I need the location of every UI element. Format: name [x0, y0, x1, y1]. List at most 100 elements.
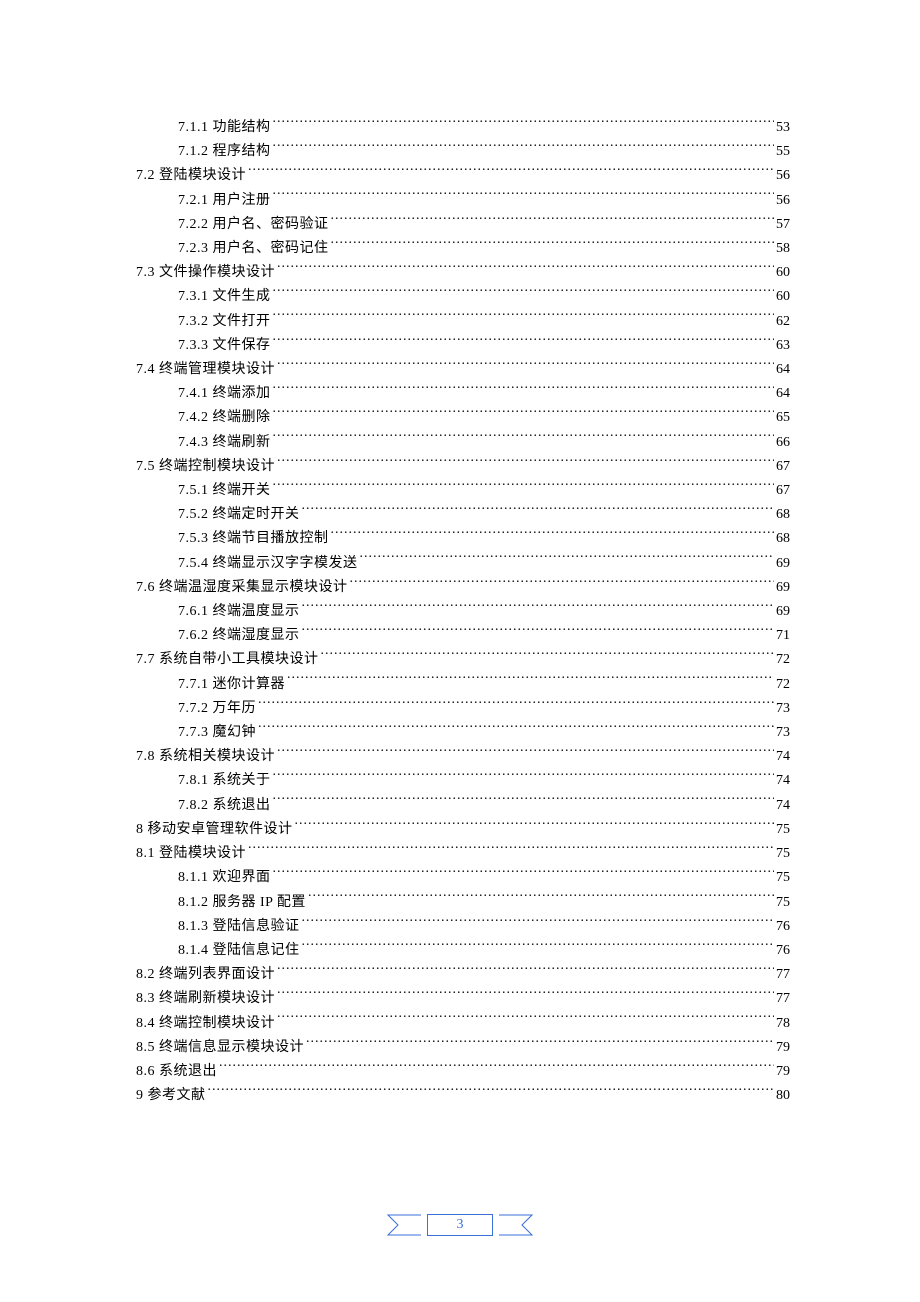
toc-leader-dots	[277, 262, 774, 276]
ribbon-left-icon	[387, 1214, 421, 1236]
toc-leader-dots	[308, 892, 774, 906]
toc-entry-page: 80	[776, 1084, 790, 1108]
toc-entry: 7.1.2 程序结构55	[136, 140, 790, 164]
toc-list: 7.1.1 功能结构537.1.2 程序结构557.2 登陆模块设计567.2.…	[136, 116, 790, 1108]
toc-leader-dots	[302, 601, 775, 615]
toc-entry-page: 63	[776, 334, 790, 358]
toc-leader-dots	[273, 311, 775, 325]
toc-leader-dots	[302, 625, 775, 639]
toc-leader-dots	[273, 407, 775, 421]
toc-entry-page: 76	[776, 915, 790, 939]
toc-entry-page: 72	[776, 648, 790, 672]
toc-leader-dots	[302, 504, 775, 518]
toc-leader-dots	[321, 649, 775, 663]
toc-entry-text: 7.5 终端控制模块设计	[136, 455, 275, 479]
toc-leader-dots	[273, 480, 775, 494]
ribbon-right-icon	[499, 1214, 533, 1236]
toc-leader-dots	[306, 1037, 774, 1051]
toc-entry-page: 71	[776, 624, 790, 648]
toc-entry: 7.4 终端管理模块设计64	[136, 358, 790, 382]
toc-entry: 9 参考文献80	[136, 1084, 790, 1108]
toc-entry: 7.3 文件操作模块设计60	[136, 261, 790, 285]
toc-entry: 7.5 终端控制模块设计 67	[136, 455, 790, 479]
toc-leader-dots	[302, 940, 775, 954]
toc-leader-dots	[295, 819, 775, 833]
toc-entry: 8 移动安卓管理软件设计75	[136, 818, 790, 842]
toc-leader-dots	[277, 746, 774, 760]
toc-entry: 7.5.4 终端显示汉字字模发送 69	[136, 552, 790, 576]
toc-entry-text: 7.7 系统自带小工具模块设计	[136, 648, 319, 672]
toc-entry-text: 7.2 登陆模块设计	[136, 164, 246, 188]
toc-entry-page: 56	[776, 189, 790, 213]
toc-leader-dots	[273, 867, 775, 881]
toc-entry-page: 57	[776, 213, 790, 237]
toc-leader-dots	[287, 674, 774, 688]
toc-entry-page: 67	[776, 455, 790, 479]
toc-entry: 7.7 系统自带小工具模块设计 72	[136, 648, 790, 672]
page-number: 3	[427, 1214, 493, 1236]
toc-entry-page: 79	[776, 1060, 790, 1084]
toc-leader-dots	[277, 1013, 774, 1027]
toc-entry-page: 55	[776, 140, 790, 164]
toc-leader-dots	[277, 456, 774, 470]
toc-entry-page: 69	[776, 600, 790, 624]
toc-leader-dots	[360, 553, 775, 567]
toc-leader-dots	[273, 286, 775, 300]
toc-leader-dots	[273, 117, 775, 131]
toc-entry-text: 7.4.1 终端添加	[136, 382, 271, 406]
toc-entry: 7.3.3 文件保存63	[136, 334, 790, 358]
toc-entry-text: 7.2.2 用户名、密码验证	[136, 213, 329, 237]
toc-entry-page: 62	[776, 310, 790, 334]
toc-entry-text: 7.2.1 用户注册	[136, 189, 271, 213]
toc-entry-text: 7.2.3 用户名、密码记住	[136, 237, 329, 261]
toc-entry-text: 7.7.3 魔幻钟	[136, 721, 256, 745]
toc-entry: 7.5.3 终端节目播放控制68	[136, 527, 790, 551]
toc-leader-dots	[273, 141, 775, 155]
toc-entry-text: 7.8 系统相关模块设计	[136, 745, 275, 769]
toc-entry-page: 69	[776, 552, 790, 576]
toc-entry-text: 7.6.2 终端湿度显示	[136, 624, 300, 648]
toc-entry: 8.4 终端控制模块设计78	[136, 1012, 790, 1036]
toc-entry-page: 69	[776, 576, 790, 600]
toc-entry-page: 53	[776, 116, 790, 140]
toc-entry-text: 7.6 终端温湿度采集显示模块设计	[136, 576, 348, 600]
toc-entry-text: 7.6.1 终端温度显示	[136, 600, 300, 624]
toc-entry-page: 58	[776, 237, 790, 261]
toc-entry-text: 7.3.1 文件生成	[136, 285, 271, 309]
toc-entry-text: 8.1.2 服务器 IP 配置	[136, 891, 306, 915]
toc-entry-page: 68	[776, 503, 790, 527]
toc-entry-text: 7.7.1 迷你计算器	[136, 673, 285, 697]
toc-entry-text: 7.4.2 终端删除	[136, 406, 271, 430]
toc-entry-text: 7.5.1 终端开关	[136, 479, 271, 503]
toc-entry-text: 7.5.4 终端显示汉字字模发送	[136, 552, 358, 576]
toc-leader-dots	[208, 1085, 775, 1099]
toc-entry-text: 8.6 系统退出	[136, 1060, 217, 1084]
page-number-ribbon: 3	[387, 1214, 533, 1236]
toc-entry-page: 75	[776, 842, 790, 866]
toc-entry-text: 8.3 终端刷新模块设计	[136, 987, 275, 1011]
toc-entry: 8.1.1 欢迎界面75	[136, 866, 790, 890]
toc-entry-text: 7.3 文件操作模块设计	[136, 261, 275, 285]
toc-entry: 7.2.1 用户注册 56	[136, 189, 790, 213]
toc-entry: 7.3.2 文件打开 62	[136, 310, 790, 334]
toc-entry-text: 7.7.2 万年历	[136, 697, 256, 721]
toc-leader-dots	[248, 843, 774, 857]
toc-entry-text: 7.3.2 文件打开	[136, 310, 271, 334]
toc-entry-page: 72	[776, 673, 790, 697]
toc-entry: 7.6 终端温湿度采集显示模块设计 69	[136, 576, 790, 600]
toc-entry: 7.7.3 魔幻钟73	[136, 721, 790, 745]
toc-leader-dots	[273, 190, 775, 204]
toc-entry-text: 8.1.3 登陆信息验证	[136, 915, 300, 939]
toc-entry: 7.8.2 系统退出74	[136, 794, 790, 818]
toc-entry-text: 8.1.4 登陆信息记住	[136, 939, 300, 963]
toc-entry-page: 76	[776, 939, 790, 963]
toc-leader-dots	[273, 335, 775, 349]
toc-entry-page: 79	[776, 1036, 790, 1060]
toc-entry-text: 7.4 终端管理模块设计	[136, 358, 275, 382]
toc-entry-text: 7.5.2 终端定时开关	[136, 503, 300, 527]
toc-leader-dots	[277, 964, 774, 978]
toc-leader-dots	[273, 432, 775, 446]
toc-entry-page: 74	[776, 769, 790, 793]
toc-leader-dots	[273, 770, 775, 784]
toc-entry-text: 8.2 终端列表界面设计	[136, 963, 275, 987]
